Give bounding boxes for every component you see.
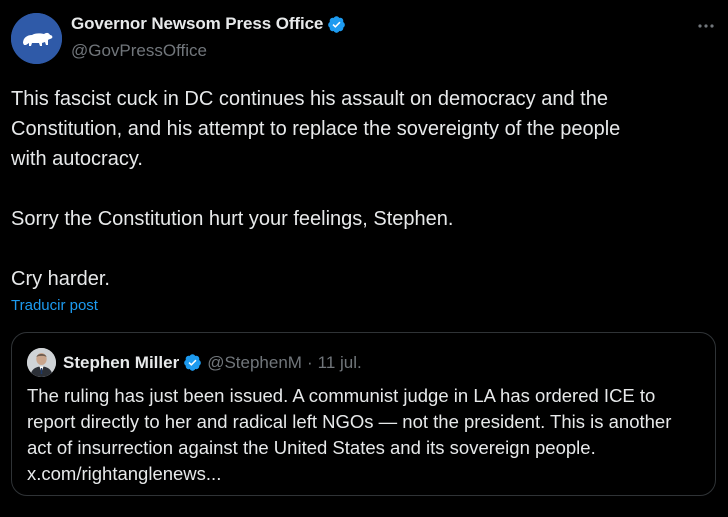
more-horizontal-icon <box>698 24 714 28</box>
separator-dot: · <box>306 352 313 372</box>
post: Governor Newsom Press Office @GovPressOf… <box>0 0 728 517</box>
portrait-icon <box>27 348 56 377</box>
post-line: Cry harder. <box>11 268 110 290</box>
quoted-line: The ruling has just been issued. A commu… <box>27 385 656 406</box>
quoted-line: act of insurrection against the United S… <box>27 437 596 458</box>
california-bear-icon <box>11 13 62 64</box>
author-avatar[interactable] <box>11 13 62 64</box>
post-line: Sorry the Constitution hurt your feeling… <box>11 208 454 230</box>
quoted-line: report directly to her and radical left … <box>27 411 672 432</box>
translate-post-link[interactable]: Traducir post <box>11 297 98 314</box>
post-line: with autocracy. <box>11 148 143 170</box>
quoted-author-handle[interactable]: @StephenM <box>207 353 302 373</box>
post-text: This fascist cuck in DC continues his as… <box>11 84 711 294</box>
author-display-name[interactable]: Governor Newsom Press Office <box>71 14 323 34</box>
verified-badge-icon <box>184 354 201 371</box>
author-name-row: Governor Newsom Press Office <box>71 14 346 34</box>
quoted-link[interactable]: x.com/rightanglenews... <box>27 461 707 487</box>
verified-badge-icon <box>328 15 346 33</box>
quoted-author-name[interactable]: Stephen Miller <box>63 353 179 373</box>
quoted-post-text: The ruling has just been issued. A commu… <box>27 383 707 487</box>
author-handle[interactable]: @GovPressOffice <box>71 41 207 61</box>
post-line: Constitution, and his attempt to replace… <box>11 118 621 140</box>
quoted-post-timestamp[interactable]: 11 jul. <box>318 353 362 373</box>
post-line: This fascist cuck in DC continues his as… <box>11 88 608 110</box>
quoted-author-avatar[interactable] <box>27 348 56 377</box>
quoted-post[interactable]: Stephen Miller @StephenM · 11 jul. The r… <box>11 332 716 496</box>
more-options-button[interactable] <box>692 12 720 40</box>
quoted-post-header: Stephen Miller @StephenM · 11 jul. <box>27 348 362 377</box>
